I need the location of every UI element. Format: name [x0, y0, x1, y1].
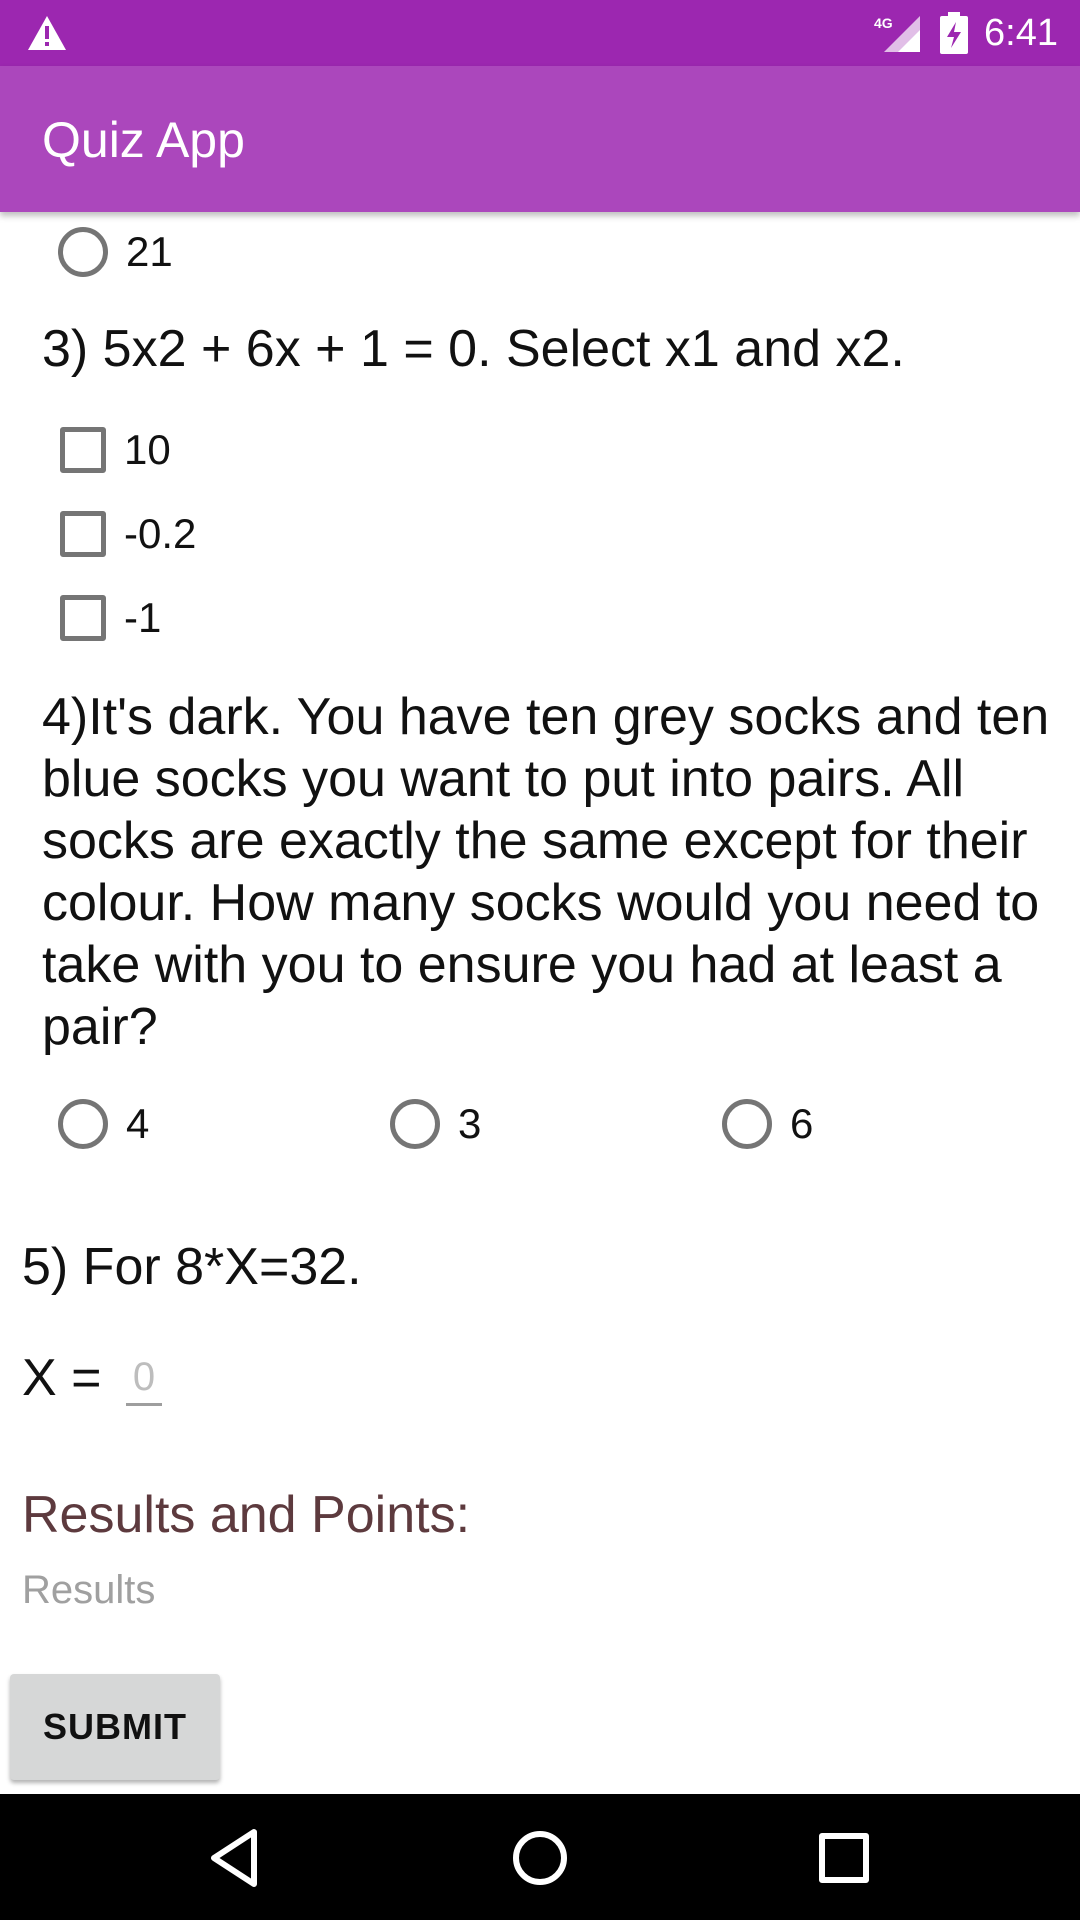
checkbox[interactable]	[60, 427, 106, 473]
navigation-bar	[0, 1794, 1080, 1920]
status-time: 6:41	[984, 12, 1058, 54]
submit-button[interactable]: SUBMIT	[10, 1674, 220, 1780]
radio-button[interactable]	[58, 227, 108, 277]
option-label: 21	[126, 228, 173, 275]
q2-option-21[interactable]: 21	[58, 222, 173, 282]
checkbox[interactable]	[60, 595, 106, 641]
q3-option-3[interactable]: -1	[58, 588, 161, 648]
results-title: Results and Points:	[22, 1486, 471, 1544]
question-3-text: 3) 5x2 + 6x + 1 = 0. Select x1 and x2.	[42, 320, 905, 378]
back-icon[interactable]	[204, 1826, 268, 1890]
radio-button[interactable]	[58, 1099, 108, 1149]
app-title: Quiz App	[42, 112, 245, 168]
q4-option-1[interactable]: 4	[58, 1094, 149, 1154]
question-4-text: 4)It's dark. You have ten grey socks and…	[42, 688, 1050, 1056]
option-label: 3	[458, 1100, 482, 1147]
recents-icon[interactable]	[812, 1826, 876, 1890]
option-label: -1	[124, 594, 162, 641]
q3-option-2[interactable]: -0.2	[58, 504, 196, 564]
network-type: 4G	[874, 15, 893, 31]
x-label: X =	[22, 1349, 102, 1407]
q3-option-1[interactable]: 10	[58, 420, 171, 480]
quiz-content[interactable]: 21 3) 5x2 + 6x + 1 = 0. Select x1 and x2…	[0, 212, 1080, 1794]
status-bar: 4G 6:41	[0, 0, 1080, 66]
radio-button[interactable]	[390, 1099, 440, 1149]
warning-icon	[28, 16, 66, 50]
results-text: Results	[22, 1568, 156, 1612]
option-label: 4	[126, 1100, 150, 1147]
option-label: 6	[790, 1100, 814, 1147]
checkbox[interactable]	[60, 511, 106, 557]
home-icon[interactable]	[508, 1826, 572, 1890]
radio-button[interactable]	[722, 1099, 772, 1149]
question-5-text: 5) For 8*X=32.	[22, 1238, 362, 1296]
signal-icon: 4G	[874, 15, 920, 52]
app-bar: Quiz App	[0, 66, 1080, 212]
option-label: -0.2	[124, 510, 197, 557]
x-answer-input[interactable]	[126, 1352, 162, 1406]
battery-charging-icon	[940, 12, 968, 54]
option-label: 10	[124, 426, 171, 473]
q4-option-3[interactable]: 6	[722, 1094, 813, 1154]
q4-option-2[interactable]: 3	[390, 1094, 481, 1154]
